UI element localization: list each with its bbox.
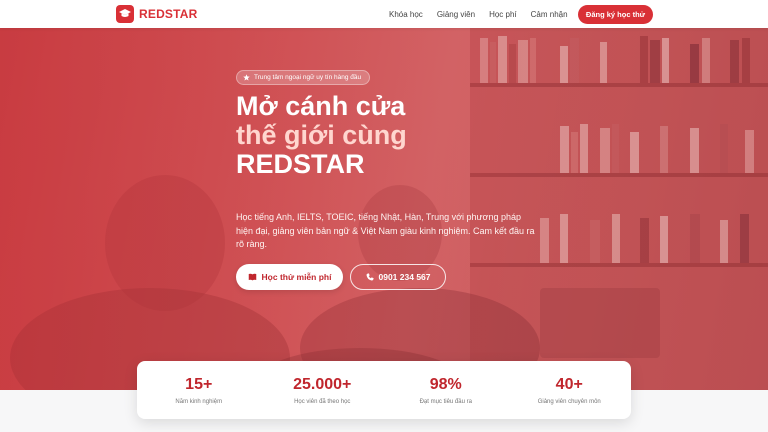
nav-item-courses[interactable]: Khóa học <box>389 10 423 19</box>
stats-card: 15+ Năm kinh nghiệm 25.000+ Học viên đã … <box>137 361 631 419</box>
headline-line-2: thế giới cùng <box>236 120 407 150</box>
stat-label: Học viên đã theo học <box>294 398 351 405</box>
hero-red-overlay <box>0 28 768 390</box>
headline-line-1: Mở cánh cửa <box>236 91 406 121</box>
stat-teachers: 40+ Giảng viên chuyên môn <box>508 376 632 405</box>
nav-item-testimonials[interactable]: Cảm nhận <box>531 10 568 19</box>
stat-value: 15+ <box>185 375 213 393</box>
stat-value: 98% <box>429 375 462 393</box>
graduation-cap-icon <box>116 5 134 23</box>
brand-logo[interactable]: REDSTAR <box>116 5 198 23</box>
register-trial-button[interactable]: Đăng ký học thử <box>578 5 653 24</box>
star-icon <box>243 74 250 81</box>
phone-icon <box>366 273 374 281</box>
trust-badge: Trung tâm ngoại ngữ uy tín hàng đầu <box>236 70 371 85</box>
stat-years: 15+ Năm kinh nghiệm <box>137 376 261 405</box>
site-header: REDSTAR Khóa học Giảng viên Học phí Cảm … <box>0 0 768 28</box>
hero-headline: Mở cánh cửa thế giới cùng REDSTAR <box>236 92 407 179</box>
stat-students: 25.000+ Học viên đã theo học <box>261 376 385 405</box>
phone-number-label: 0901 234 567 <box>378 272 431 282</box>
stat-value: 40+ <box>555 375 583 393</box>
nav-item-teachers[interactable]: Giảng viên <box>437 10 475 19</box>
stat-success-rate: 98% Đạt mục tiêu đầu ra <box>384 376 508 405</box>
free-trial-label: Học thử miễn phí <box>261 272 332 282</box>
main-nav: Khóa học Giảng viên Học phí Cảm nhận <box>389 0 582 28</box>
hero-description: Học tiếng Anh, IELTS, TOEIC, tiếng Nhật,… <box>236 212 535 249</box>
brand-name: REDSTAR <box>139 7 198 21</box>
nav-item-tuition[interactable]: Học phí <box>489 10 517 19</box>
book-icon <box>248 273 256 281</box>
stat-label: Giảng viên chuyên môn <box>537 398 601 405</box>
headline-line-3: REDSTAR <box>236 149 365 179</box>
phone-call-button[interactable]: 0901 234 567 <box>350 264 446 290</box>
free-trial-button[interactable]: Học thử miễn phí <box>236 264 343 290</box>
stat-value: 25.000+ <box>293 375 352 393</box>
stat-label: Đạt mục tiêu đầu ra <box>419 398 472 405</box>
hero-section <box>0 28 768 390</box>
stat-label: Năm kinh nghiệm <box>175 398 223 405</box>
badge-text: Trung tâm ngoại ngữ uy tín hàng đầu <box>254 74 362 81</box>
